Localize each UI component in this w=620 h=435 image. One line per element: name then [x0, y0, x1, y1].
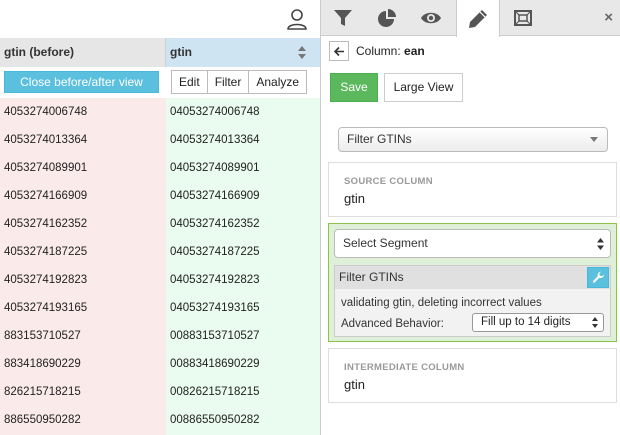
table-cell[interactable]: 00826215718215 — [166, 378, 320, 406]
tab-filter[interactable] — [321, 0, 365, 36]
filter-description: validating gtin, deleting incorrect valu… — [341, 297, 542, 309]
column-action-buttons: Edit Filter Analyze — [171, 70, 308, 94]
table-cell[interactable]: 04053274193165 — [166, 294, 320, 322]
panel-header: Column: ean — [329, 40, 425, 62]
filter-button[interactable]: Filter — [206, 70, 250, 94]
column-name: ean — [404, 44, 425, 58]
before-column-cells: 4053274006748 4053274013364 405327408990… — [0, 98, 166, 434]
filter-step-title: Filter GTINs — [339, 270, 404, 284]
save-button[interactable]: Save — [330, 73, 378, 102]
close-before-after-button[interactable]: Close before/after view — [4, 71, 159, 93]
after-column: gtin Edit Filter Analyze 04053274006748 … — [166, 38, 320, 435]
operation-select-value: Filter GTINs — [347, 132, 412, 146]
tab-preview[interactable] — [409, 0, 453, 36]
table-cell[interactable]: 04053274089901 — [166, 154, 320, 182]
before-column-toolbar: Close before/after view — [0, 67, 166, 98]
table-cell[interactable]: 886550950282 — [0, 406, 166, 434]
table-cell[interactable]: 00886550950282 — [166, 406, 320, 434]
column-label: Column: ean — [356, 44, 425, 58]
table-cell[interactable]: 04053274006748 — [166, 98, 320, 126]
source-column-title: SOURCE COLUMN — [344, 176, 433, 187]
grid-topbar — [0, 0, 320, 38]
pencil-icon — [469, 9, 487, 28]
intermediate-column-card: INTERMEDIATE COLUMN gtin — [328, 348, 617, 403]
close-icon[interactable]: × — [604, 9, 613, 26]
source-column-card: SOURCE COLUMN gtin — [328, 162, 617, 217]
table-cell[interactable]: 00883153710527 — [166, 322, 320, 350]
pie-chart-icon — [378, 9, 396, 27]
table-cell[interactable]: 04053274192823 — [166, 266, 320, 294]
data-grid: gtin (before) Close before/after view 40… — [0, 0, 320, 435]
table-cell[interactable]: 4053274166909 — [0, 182, 166, 210]
edit-button[interactable]: Edit — [171, 70, 208, 94]
intermediate-column-title: INTERMEDIATE COLUMN — [344, 362, 465, 373]
tab-frame[interactable] — [501, 0, 545, 36]
updown-arrows-icon — [592, 317, 598, 328]
tab-charts[interactable] — [365, 0, 409, 36]
table-cell[interactable]: 826215718215 — [0, 378, 166, 406]
advanced-behavior-select[interactable]: Fill up to 14 digits — [472, 313, 604, 332]
table-cell[interactable]: 883153710527 — [0, 322, 166, 350]
frame-icon — [514, 10, 532, 26]
source-column-value: gtin — [344, 191, 365, 206]
before-column-header[interactable]: gtin (before) — [0, 38, 166, 67]
updown-arrows-icon — [597, 238, 604, 250]
chevron-down-icon — [590, 137, 598, 142]
after-column-header-label: gtin — [170, 45, 192, 59]
filter-step: Filter GTINs validating gtin, deleting i… — [334, 265, 611, 337]
column-label-prefix: Column: — [356, 44, 401, 58]
table-cell[interactable]: 04053274162352 — [166, 210, 320, 238]
table-cell[interactable]: 4053274192823 — [0, 266, 166, 294]
table-cell[interactable]: 4053274162352 — [0, 210, 166, 238]
table-cell[interactable]: 00883418690229 — [166, 350, 320, 378]
table-cell[interactable]: 04053274166909 — [166, 182, 320, 210]
filter-icon — [334, 10, 352, 26]
table-cell[interactable]: 883418690229 — [0, 350, 166, 378]
table-cell[interactable]: 4053274193165 — [0, 294, 166, 322]
table-cell[interactable]: 4053274013364 — [0, 126, 166, 154]
panel-tabbar: × — [321, 0, 620, 37]
table-cell[interactable]: 04053274013364 — [166, 126, 320, 154]
side-panel: × Column: ean Save Large View Filter GTI… — [320, 0, 620, 435]
table-cell[interactable]: 4053274187225 — [0, 238, 166, 266]
back-button[interactable] — [329, 41, 349, 61]
advanced-behavior-label: Advanced Behavior: — [341, 318, 444, 330]
user-icon[interactable] — [285, 7, 309, 31]
large-view-button[interactable]: Large View — [384, 73, 463, 102]
table-cell[interactable]: 04053274187225 — [166, 238, 320, 266]
table-cell[interactable]: 4053274089901 — [0, 154, 166, 182]
after-column-cells: 04053274006748 04053274013364 0405327408… — [166, 98, 320, 434]
after-column-header[interactable]: gtin — [166, 38, 320, 67]
configure-button[interactable] — [587, 267, 609, 288]
after-column-toolbar: Edit Filter Analyze — [166, 67, 320, 98]
sort-icon[interactable] — [298, 46, 306, 59]
segment-select[interactable]: Select Segment — [334, 229, 611, 258]
advanced-behavior-value: Fill up to 14 digits — [481, 316, 571, 328]
arrow-left-icon — [333, 46, 344, 56]
intermediate-column-value: gtin — [344, 377, 365, 392]
operation-select[interactable]: Filter GTINs — [338, 127, 608, 152]
segment-box: Select Segment Filter GTINs validating g… — [328, 223, 617, 342]
analyze-button[interactable]: Analyze — [248, 70, 308, 94]
filter-step-header: Filter GTINs — [335, 266, 610, 289]
table-cell[interactable]: 4053274006748 — [0, 98, 166, 126]
wrench-icon — [592, 271, 604, 283]
eye-icon — [421, 12, 441, 24]
before-column: gtin (before) Close before/after view 40… — [0, 38, 166, 435]
tab-edit[interactable] — [456, 0, 500, 37]
segment-select-value: Select Segment — [343, 236, 428, 250]
